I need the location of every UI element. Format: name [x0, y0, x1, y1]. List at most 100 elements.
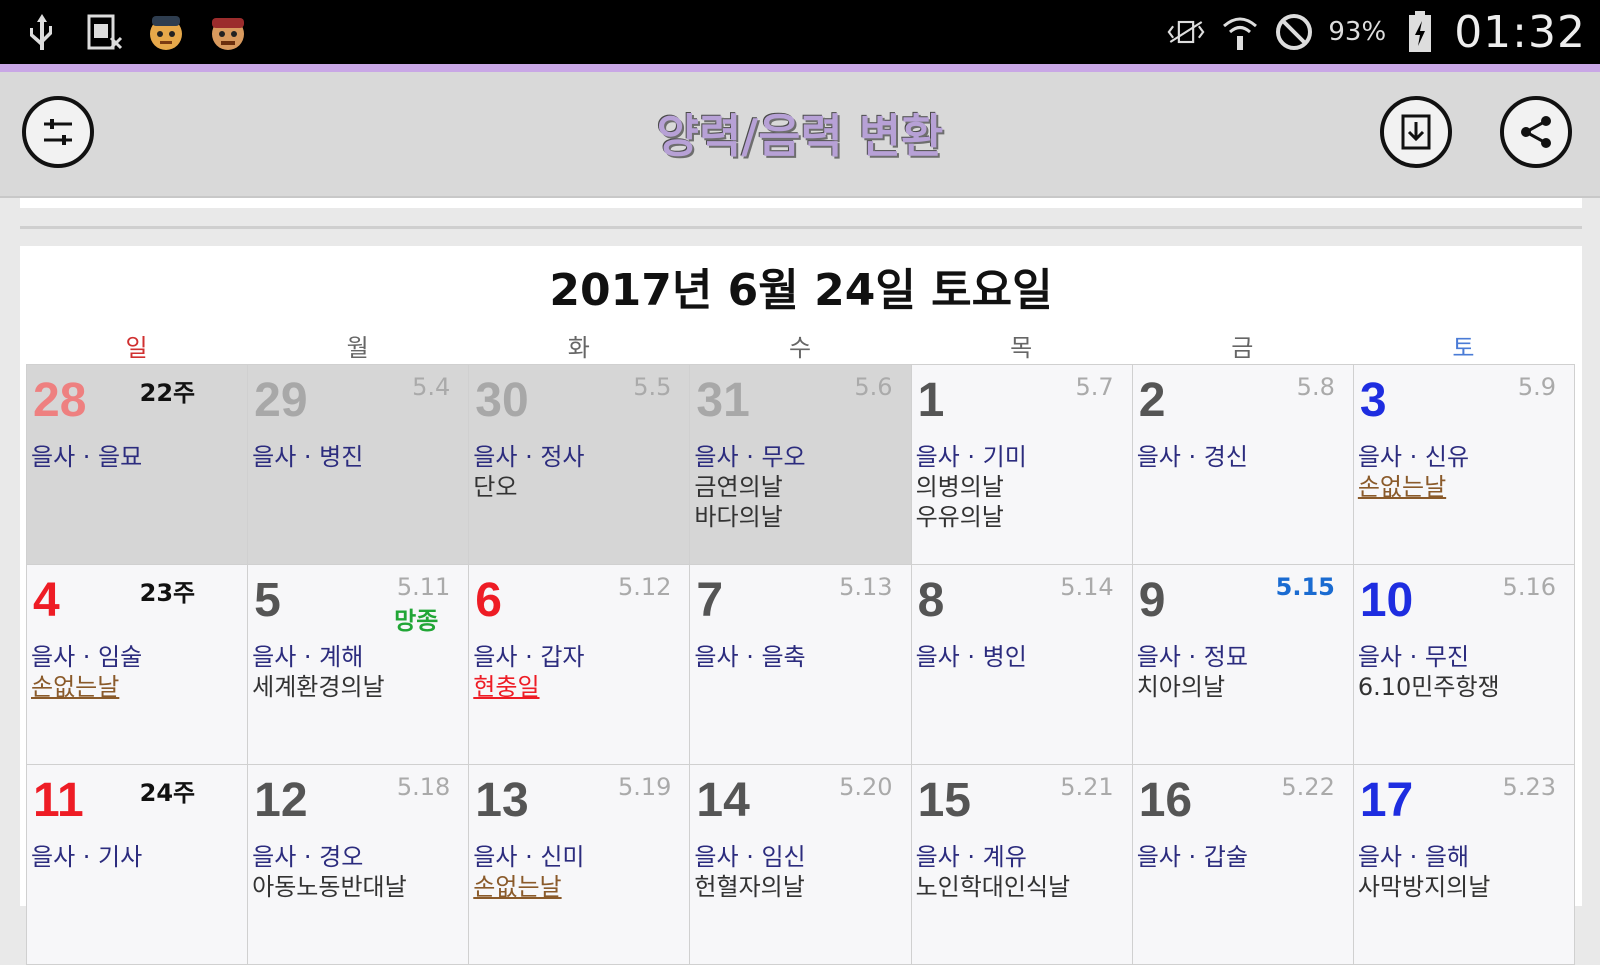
day-number: 13 — [475, 774, 529, 827]
calendar-day-cell[interactable]: 28 22주 을사 · 을묘 — [27, 365, 249, 565]
calendar-day-cell[interactable]: 17 5.23 을사 · 을해 사막방지의날 — [1353, 765, 1575, 965]
day-number: 3 — [1359, 374, 1387, 427]
weekday-label-tue: 화 — [567, 334, 590, 362]
day-note: 노인학대인식날 — [915, 873, 1071, 901]
weekday-label-fri: 금 — [1231, 334, 1254, 362]
calendar-day-cell[interactable]: 6 5.12 을사 · 갑자 현충일 — [469, 565, 691, 765]
lunar-date: 5.22 — [1281, 773, 1335, 801]
lunar-date: 5.5 — [633, 373, 672, 401]
lunar-date: 5.12 — [617, 573, 672, 601]
calendar-day-cell[interactable]: 9 5.15 을사 · 정묘 치아의날 — [1132, 565, 1354, 765]
lunar-date: 5.13 — [839, 573, 893, 601]
weekday-label-sat: 토 — [1452, 334, 1475, 362]
vibrate-icon — [1166, 12, 1206, 52]
calendar-day-cell[interactable]: 31 5.6 을사 · 무오 금연의날 바다의날 — [690, 365, 912, 565]
ganji-label: 을사 · 병인 — [915, 643, 1027, 671]
calendar-day-cell[interactable]: 30 5.5 을사 · 정사 단오 — [469, 365, 691, 565]
calendar-day-cell[interactable]: 5 5.11 망종 을사 · 계해 세계환경의날 — [248, 565, 470, 765]
day-note: 우유의날 — [915, 503, 1004, 531]
lunar-date: 5.8 — [1296, 373, 1335, 401]
share-icon — [1521, 116, 1551, 148]
calendar-grid: 28 22주 을사 · 을묘 29 5.4 을사 · 병진 30 5.5 을사 · 정사 단오 31… — [26, 364, 1575, 965]
calendar-heading: 2017년 6월 24일 토요일 — [549, 265, 1053, 316]
calendar-day-cell[interactable]: 3 5.9 을사 · 신유 손없는날 — [1353, 365, 1575, 565]
day-note: 손없는날 — [1357, 473, 1447, 501]
day-number: 8 — [917, 574, 945, 627]
status-bar: 93% 01:32 — [0, 0, 1600, 64]
lunar-date: 5.11 — [396, 573, 451, 601]
download-button[interactable] — [1380, 96, 1452, 168]
day-number: 6 — [475, 574, 502, 627]
week-number: 22주 — [139, 379, 196, 407]
solar-term: 망종 — [394, 607, 439, 635]
day-note: 아동노동반대날 — [252, 873, 407, 901]
calendar-day-cell[interactable]: 16 5.22 을사 · 갑술 — [1132, 765, 1354, 965]
calendar-day-cell[interactable]: 13 5.19 을사 · 신미 손없는날 — [469, 765, 691, 965]
download-icon — [1401, 114, 1431, 150]
day-number: 7 — [696, 574, 724, 627]
calendar-day-cell[interactable]: 14 5.20 을사 · 임신 헌혈자의날 — [690, 765, 912, 965]
lunar-date: 5.14 — [1060, 573, 1114, 601]
calendar-day-cell[interactable]: 10 5.16 을사 · 무진 6.10민주항쟁 — [1353, 565, 1575, 765]
day-note: 6.10민주항쟁 — [1357, 673, 1500, 701]
lunar-date: 5.23 — [1502, 773, 1556, 801]
weekday-label-wed: 수 — [788, 334, 812, 362]
system-status: 93% 01:32 — [1166, 6, 1586, 58]
avatar-icon — [208, 12, 248, 52]
weekday-label-mon: 월 — [346, 334, 369, 362]
accent-line — [0, 64, 1600, 72]
lunar-date: 5.19 — [617, 773, 672, 801]
lunar-date: 5.9 — [1517, 373, 1556, 401]
day-number: 17 — [1359, 774, 1414, 827]
avatar-icon — [146, 12, 186, 52]
day-number: 16 — [1138, 774, 1193, 827]
day-note: 단오 — [473, 473, 518, 501]
day-note: 세계환경의날 — [252, 673, 385, 701]
ganji-label: 을사 · 갑술 — [1136, 843, 1248, 871]
divider — [20, 226, 1582, 229]
ganji-label: 을사 · 경신 — [1136, 443, 1248, 471]
ganji-label: 을사 · 병진 — [252, 443, 364, 471]
usb-icon — [22, 12, 62, 52]
day-number: 15 — [917, 774, 971, 827]
clock: 01:32 — [1454, 6, 1586, 58]
calendar-day-cell[interactable]: 8 5.14 을사 · 병인 — [911, 565, 1133, 765]
day-number: 9 — [1138, 574, 1166, 627]
do-not-disturb-icon — [1274, 12, 1314, 52]
wifi-icon — [1220, 12, 1260, 52]
day-number: 10 — [1359, 574, 1414, 627]
no-sim-icon — [84, 12, 124, 52]
calendar-day-cell[interactable]: 1 5.7 을사 · 기미 의병의날 우유의날 — [911, 365, 1133, 565]
day-note: 손없는날 — [31, 673, 120, 701]
day-number: 14 — [696, 774, 750, 827]
battery-percent: 93% — [1328, 17, 1387, 47]
lunar-date: 5.4 — [412, 373, 451, 401]
lunar-date: 5.16 — [1502, 573, 1556, 601]
week-number: 24주 — [139, 779, 196, 807]
calendar-day-cell[interactable]: 15 5.21 을사 · 계유 노인학대인식날 — [911, 765, 1133, 965]
app-toolbar: 양력/음력 변환 — [0, 72, 1600, 198]
day-note: 치아의날 — [1136, 673, 1226, 701]
day-number: 11 — [33, 774, 84, 827]
calendar-day-cell[interactable]: 11 24주 을사 · 기사 — [27, 765, 249, 965]
day-number: 12 — [254, 774, 308, 827]
day-note: 현충일 — [473, 673, 540, 701]
weekday-header: 일 월 화 수 목 금 토 — [26, 328, 1574, 363]
calendar-day-cell[interactable]: 12 5.18 을사 · 경오 아동노동반대날 — [248, 765, 470, 965]
calendar-day-cell[interactable]: 2 5.8 을사 · 경신 — [1132, 365, 1354, 565]
day-note: 헌혈자의날 — [694, 873, 805, 901]
day-number: 1 — [917, 374, 945, 427]
day-note: 손없는날 — [473, 873, 562, 901]
ganji-label: 을사 · 을묘 — [31, 443, 143, 471]
calendar-day-cell[interactable]: 29 5.4 을사 · 병진 — [248, 365, 470, 565]
calendar-day-cell[interactable]: 4 23주 을사 · 임술 손없는날 — [27, 565, 249, 765]
share-button[interactable] — [1500, 96, 1572, 168]
day-number: 31 — [696, 374, 750, 427]
day-number: 29 — [254, 374, 308, 427]
weekday-label-sun: 일 — [125, 334, 148, 362]
day-number: 5 — [254, 574, 281, 627]
calendar-panel: 2017년 6월 24일 토요일 일 월 화 수 목 금 토 28 22주 을사 ·… — [20, 246, 1582, 965]
calendar-day-cell[interactable]: 7 5.13 을사 · 을축 — [690, 565, 912, 765]
day-number: 4 — [33, 574, 60, 627]
lunar-date: 5.18 — [396, 773, 451, 801]
